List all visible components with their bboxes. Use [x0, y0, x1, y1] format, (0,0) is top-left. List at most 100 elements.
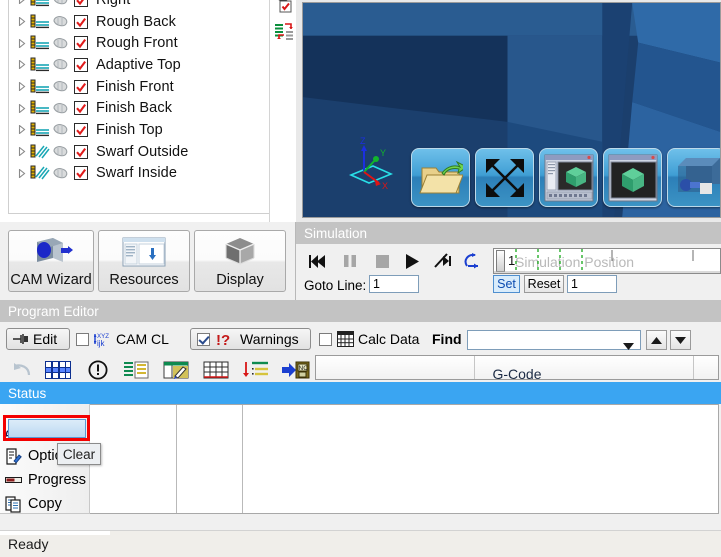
find-input[interactable]: [467, 330, 641, 350]
3d-viewport[interactable]: Z Y X: [302, 2, 721, 218]
show-window-cube-button[interactable]: [539, 148, 598, 207]
tree-item-label: Right: [91, 0, 130, 8]
cam-cl-label: CAM CL: [116, 331, 169, 347]
play-button[interactable]: [400, 250, 424, 272]
edit-toggle-button[interactable]: Edit: [6, 328, 70, 350]
open-folder-button[interactable]: [411, 148, 470, 207]
cam-cl-checkbox-box[interactable]: [76, 332, 89, 346]
table-grid-icon[interactable]: [202, 360, 230, 380]
program-editor-panel: Program Editor Edit XYZ ijk CAM CL !? Wa…: [0, 300, 721, 382]
application-status-bar: Ready: [0, 530, 721, 557]
tree-item[interactable]: Finish Front: [9, 76, 272, 98]
tree-item-label: Finish Back: [96, 100, 173, 117]
toolpath-checkbox[interactable]: [71, 122, 91, 137]
3d-viewport-panel: Z Y X: [296, 0, 721, 222]
gcode-header[interactable]: G-Code: [315, 355, 719, 382]
warnings-toggle-button[interactable]: !? Warnings: [190, 328, 311, 350]
toolpath-checkbox[interactable]: [71, 79, 91, 94]
tree-item[interactable]: Swarf Outside: [9, 141, 272, 163]
tree-expander[interactable]: [15, 103, 29, 113]
reorder-list-icon[interactable]: [273, 22, 295, 47]
cam-wizard-label: CAM Wizard: [10, 272, 92, 288]
reset-button[interactable]: Reset: [524, 275, 564, 293]
resources-button[interactable]: Resources: [98, 230, 190, 292]
stop-button[interactable]: [370, 250, 394, 272]
toolpath-checkbox[interactable]: [71, 57, 91, 72]
reset-value-input[interactable]: 1: [567, 275, 617, 293]
svg-text:!?: !?: [216, 332, 230, 347]
tool-icon: [51, 37, 71, 50]
tree-expander[interactable]: [15, 82, 29, 92]
status-grid[interactable]: [90, 404, 719, 514]
warnings-checkbox-box[interactable]: [197, 332, 210, 346]
fit-view-button[interactable]: [475, 148, 534, 207]
tool-view-button[interactable]: [667, 148, 720, 207]
tree-expander[interactable]: [15, 168, 29, 178]
status-menu-item-progress[interactable]: Progress: [2, 468, 86, 492]
rewind-button[interactable]: [306, 250, 330, 272]
loop-button[interactable]: [460, 250, 484, 272]
undo-icon[interactable]: [8, 360, 36, 380]
cam-wizard-icon: [27, 231, 75, 272]
toolpath-tree[interactable]: Right Rough Back Rough Front Adaptive Top Fi…: [8, 0, 273, 214]
toolpath-checkbox[interactable]: [71, 14, 91, 29]
tool-icon: [51, 123, 71, 136]
alert-circle-icon[interactable]: [84, 360, 112, 380]
calc-data-checkbox-box[interactable]: [319, 332, 332, 346]
find-previous-button[interactable]: [646, 330, 667, 350]
gcode-col-sep-2: [693, 356, 694, 379]
table-edit-icon[interactable]: [162, 360, 190, 380]
tree-expander[interactable]: [15, 38, 29, 48]
pause-button[interactable]: [338, 250, 362, 272]
copy-icon: [2, 495, 24, 513]
tool-icon: [51, 58, 71, 71]
chevron-down-icon[interactable]: [623, 338, 634, 353]
toolpath-checkbox[interactable]: [71, 0, 91, 7]
toolpath-layers-icon: [29, 100, 51, 116]
tree-expander[interactable]: [15, 17, 29, 27]
tree-item[interactable]: Rough Front: [9, 32, 272, 54]
step-button[interactable]: [430, 250, 454, 272]
calc-data-icon: [337, 331, 354, 347]
status-menu-item-copy[interactable]: Copy: [2, 492, 62, 516]
goto-line-input[interactable]: 1: [369, 275, 419, 293]
list-lines-icon[interactable]: [122, 360, 150, 380]
tool-icon: [51, 167, 71, 180]
display-button[interactable]: Display: [194, 230, 286, 292]
tree-item[interactable]: Right: [9, 0, 272, 11]
cam-wizard-button[interactable]: CAM Wizard: [8, 230, 94, 292]
warnings-label: Warnings: [240, 331, 299, 347]
tree-item[interactable]: Swarf Inside: [9, 163, 272, 185]
warning-icon: !?: [216, 331, 236, 347]
clear-tooltip: Clear: [57, 443, 101, 465]
tree-item[interactable]: Finish Top: [9, 119, 272, 141]
tree-item[interactable]: Finish Back: [9, 97, 272, 119]
toolpath-checkbox[interactable]: [71, 166, 91, 181]
tree-item[interactable]: Adaptive Top: [9, 54, 272, 76]
options-doc-icon: [2, 447, 24, 465]
axis-triad-icon: Z Y X: [348, 136, 394, 191]
toolpath-checkbox[interactable]: [71, 144, 91, 159]
insert-line-icon[interactable]: [242, 360, 270, 380]
toolpath-swarf-icon: [29, 144, 51, 160]
show-cube-button[interactable]: [603, 148, 662, 207]
svg-text:Y: Y: [380, 148, 386, 158]
toolpath-checkbox[interactable]: [71, 101, 91, 116]
status-panel-title: Status: [0, 382, 721, 404]
tree-expander[interactable]: [15, 125, 29, 135]
svg-text:Z: Z: [360, 136, 366, 146]
set-button[interactable]: Set: [493, 275, 520, 293]
export-nc-icon[interactable]: NC: [282, 360, 310, 380]
toolpath-checkbox[interactable]: [71, 36, 91, 51]
registers-icon[interactable]: [44, 360, 72, 380]
cam-cl-checkbox[interactable]: XYZ ijk CAM CL: [76, 328, 169, 350]
tree-item[interactable]: Rough Back: [9, 11, 272, 33]
simulation-position-slider[interactable]: 1 Simulation Position: [493, 248, 721, 274]
calc-data-checkbox[interactable]: Calc Data: [319, 328, 419, 350]
find-next-button[interactable]: [670, 330, 691, 350]
tree-expander[interactable]: [15, 60, 29, 70]
verify-check-icon[interactable]: [273, 0, 293, 17]
tree-expander[interactable]: [15, 0, 29, 5]
toolpath-layers-icon: [29, 79, 51, 95]
tree-expander[interactable]: [15, 147, 29, 157]
